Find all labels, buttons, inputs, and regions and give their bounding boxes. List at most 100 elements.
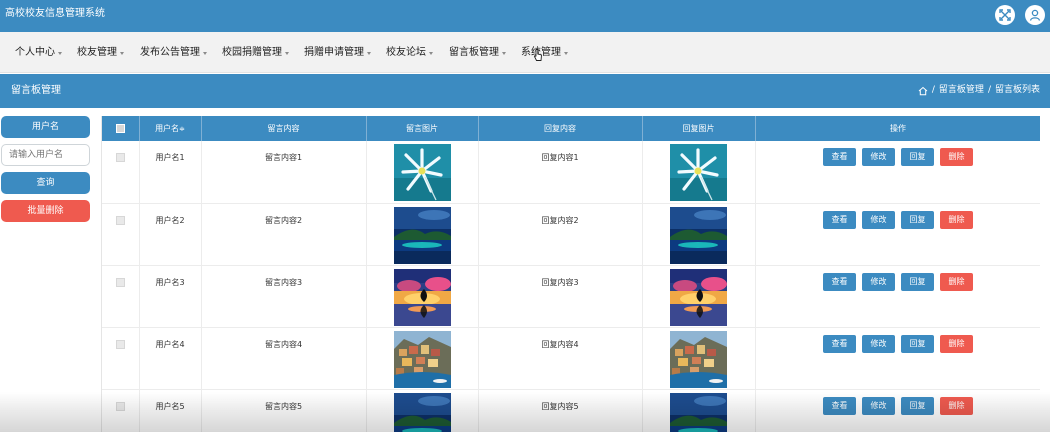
app-title: 高校校友信息管理系统 (5, 8, 105, 19)
menu-item-alumni[interactable]: 校友管理 (77, 46, 124, 60)
caret-down-icon (120, 52, 124, 55)
menu-item-donations[interactable]: 校园捐赠管理 (222, 46, 289, 60)
message-image-cell (366, 327, 479, 390)
select-cell (102, 265, 140, 328)
reply-image-cell (642, 141, 756, 204)
message-image-cell (366, 265, 479, 328)
edit-button[interactable]: 修改 (862, 148, 895, 166)
menu-item-system[interactable]: 系统管理 (521, 46, 568, 60)
column-header-message: 留言内容 (201, 116, 367, 141)
app-window: 高校校友信息管理系统 个人中心 校友管理 发布公告管理 校园捐赠管理 捐赠申请管… (0, 0, 1050, 432)
table-row: 用户名2 留言内容2 回复内容2 查看 修改 回复 删除 (102, 203, 1040, 266)
message-image[interactable] (393, 330, 451, 388)
edit-button[interactable]: 修改 (862, 210, 895, 229)
select-all-checkbox[interactable] (115, 124, 125, 133)
edit-button[interactable]: 修改 (862, 334, 895, 353)
reply-image[interactable] (670, 330, 727, 388)
menu-item-message-board[interactable]: 留言板管理 (449, 46, 506, 60)
message-cell: 留言内容5 (201, 389, 367, 432)
username-cell: 用户名4 (139, 327, 202, 390)
row-checkbox[interactable] (115, 401, 125, 411)
reply-button[interactable]: 回复 (901, 210, 934, 229)
caret-down-icon (564, 52, 568, 55)
reply-image[interactable] (670, 206, 727, 264)
username-search-input[interactable] (1, 144, 90, 166)
message-cell: 留言内容4 (201, 327, 367, 390)
reply-image-cell (642, 389, 756, 432)
edit-button[interactable]: 修改 (862, 272, 895, 291)
username-cell: 用户名1 (139, 141, 202, 204)
view-button[interactable]: 查看 (823, 210, 856, 229)
row-checkbox[interactable] (115, 215, 125, 225)
reply-cell: 回复内容5 (478, 389, 643, 432)
message-cell: 留言内容2 (201, 203, 367, 266)
message-image-cell (366, 141, 479, 204)
main-menu: 个人中心 校友管理 发布公告管理 校园捐赠管理 捐赠申请管理 校友论坛 留言板管… (0, 32, 1050, 73)
actions-cell: 查看 修改 回复 删除 (755, 389, 1040, 432)
edit-button[interactable]: 修改 (862, 396, 895, 415)
caret-down-icon (367, 52, 371, 55)
reply-image[interactable] (670, 392, 727, 432)
caret-down-icon (502, 52, 506, 55)
delete-button[interactable]: 删除 (940, 396, 973, 415)
delete-button[interactable]: 删除 (940, 272, 973, 291)
caret-down-icon (429, 52, 433, 55)
reply-button[interactable]: 回复 (901, 272, 934, 291)
fullscreen-icon[interactable] (995, 5, 1015, 25)
view-button[interactable]: 查看 (823, 148, 856, 166)
row-checkbox[interactable] (115, 277, 125, 287)
delete-button[interactable]: 删除 (940, 334, 973, 353)
home-icon[interactable] (918, 86, 928, 96)
menu-item-forum[interactable]: 校友论坛 (386, 46, 433, 60)
caret-down-icon (58, 52, 62, 55)
breadcrumb-item-message-board[interactable]: 留言板管理 (939, 85, 984, 96)
message-image[interactable] (393, 144, 451, 201)
username-cell: 用户名2 (139, 203, 202, 266)
column-header-actions: 操作 (755, 116, 1040, 141)
breadcrumb-separator: / (931, 85, 935, 95)
mouse-cursor-icon (533, 49, 542, 61)
reply-cell: 回复内容1 (478, 141, 643, 204)
view-button[interactable]: 查看 (823, 396, 856, 415)
reply-button[interactable]: 回复 (901, 148, 934, 166)
menu-item-donation-applications[interactable]: 捐赠申请管理 (304, 46, 371, 60)
delete-button[interactable]: 删除 (940, 148, 973, 166)
view-button[interactable]: 查看 (823, 272, 856, 291)
page-title: 留言板管理 (11, 85, 61, 96)
reply-button[interactable]: 回复 (901, 334, 934, 353)
breadcrumb: / 留言板管理 / 留言板列表 (918, 85, 1040, 96)
table-row: 用户名5 留言内容5 回复内容5 查看 修改 回复 删除 (102, 389, 1040, 432)
message-image[interactable] (393, 392, 451, 432)
menu-item-announcements[interactable]: 发布公告管理 (140, 46, 207, 60)
search-button[interactable]: 查询 (1, 172, 90, 194)
reply-image-cell (642, 327, 756, 390)
username-cell: 用户名5 (139, 389, 202, 432)
user-icon[interactable] (1025, 5, 1045, 25)
row-checkbox[interactable] (115, 153, 125, 162)
reply-image[interactable] (670, 144, 727, 201)
actions-cell: 查看 修改 回复 删除 (755, 141, 1040, 204)
row-checkbox[interactable] (115, 339, 125, 349)
message-image-cell (366, 203, 479, 266)
delete-button[interactable]: 删除 (940, 210, 973, 229)
view-button[interactable]: 查看 (823, 334, 856, 353)
message-image[interactable] (393, 206, 451, 264)
username-filter-label: 用户名 (1, 116, 90, 138)
reply-cell: 回复内容2 (478, 203, 643, 266)
menu-item-personal-center[interactable]: 个人中心 (15, 46, 62, 60)
column-header-message-image: 留言图片 (366, 116, 479, 141)
caret-down-icon (203, 52, 207, 55)
reply-image[interactable] (670, 268, 727, 326)
sort-icon[interactable]: ≑ (179, 125, 185, 133)
reply-button[interactable]: 回复 (901, 396, 934, 415)
reply-cell: 回复内容3 (478, 265, 643, 328)
column-header-username[interactable]: 用户名≑ (139, 116, 202, 141)
batch-delete-button[interactable]: 批量删除 (1, 200, 90, 222)
actions-cell: 查看 修改 回复 删除 (755, 265, 1040, 328)
top-bar: 高校校友信息管理系统 (0, 0, 1050, 32)
table-row: 用户名3 留言内容3 回复内容3 查看 修改 回复 删除 (102, 265, 1040, 328)
message-image[interactable] (393, 268, 451, 326)
table-body: 用户名1 留言内容1 回复内容1 查看 修改 回复 删除 用户名2 留言内容2 回复内容2 查看 修改… (102, 141, 1040, 432)
table-row: 用户名1 留言内容1 回复内容1 查看 修改 回复 删除 (102, 141, 1040, 204)
breadcrumb-item-list: 留言板列表 (994, 85, 1040, 95)
